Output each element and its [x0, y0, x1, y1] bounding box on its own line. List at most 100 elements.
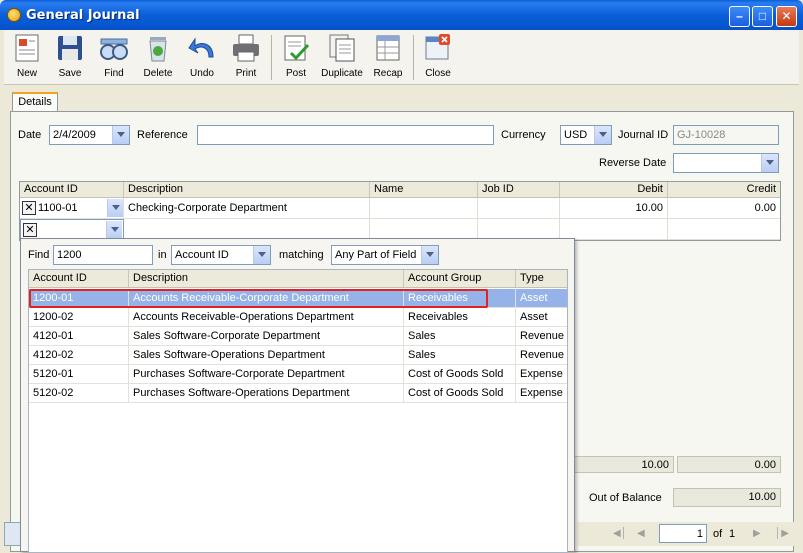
description-cell: Accounts Receivable-Corporate Department: [129, 289, 404, 307]
find-button[interactable]: Find: [96, 33, 132, 83]
table-row[interactable]: ✕ 1100-01 Checking-Corporate Department …: [20, 198, 780, 219]
chevron-down-icon[interactable]: [106, 221, 122, 238]
of-label: of: [713, 528, 723, 540]
app-icon: [7, 8, 21, 22]
description-cell[interactable]: [124, 219, 370, 239]
chevron-down-icon[interactable]: [112, 126, 129, 144]
chevron-down-icon[interactable]: [253, 246, 270, 264]
credit-cell[interactable]: 0.00: [668, 198, 780, 218]
date-field[interactable]: 2/4/2009: [49, 125, 130, 145]
recap-icon: [373, 33, 403, 63]
list-item[interactable]: 5120-02 Purchases Software-Operations De…: [29, 384, 567, 403]
first-page-icon[interactable]: ◀│: [613, 528, 627, 540]
close-icon[interactable]: ✕: [23, 223, 37, 237]
column-header[interactable]: Debit: [560, 182, 668, 197]
credit-cell[interactable]: [668, 219, 780, 239]
close-icon[interactable]: ✕: [22, 201, 36, 215]
column-header[interactable]: Type: [516, 270, 567, 287]
post-button[interactable]: Post: [278, 33, 314, 83]
chevron-down-icon[interactable]: [421, 246, 438, 264]
chevron-down-icon[interactable]: [594, 126, 611, 144]
reference-input[interactable]: [197, 125, 494, 145]
description-cell[interactable]: Checking-Corporate Department: [124, 198, 370, 218]
type-cell: Revenue: [520, 349, 565, 361]
post-icon: [281, 33, 311, 63]
total-pages: 1: [729, 528, 736, 540]
table-row[interactable]: ✕: [20, 219, 780, 240]
column-header[interactable]: Job ID: [478, 182, 560, 197]
close-window-button[interactable]: ✕: [776, 6, 797, 27]
description-cell: Sales Software-Operations Department: [129, 346, 404, 364]
account-group-cell: Cost of Goods Sold: [404, 384, 516, 402]
page-input[interactable]: 1: [659, 524, 707, 543]
column-header[interactable]: Account ID: [20, 182, 124, 197]
reverse-date-field[interactable]: [673, 153, 779, 173]
column-header[interactable]: Account ID: [29, 270, 129, 287]
column-header[interactable]: Description: [129, 270, 404, 287]
type-cell: Asset: [520, 292, 548, 304]
list-item[interactable]: 1200-01 Accounts Receivable-Corporate De…: [29, 289, 567, 308]
chevron-down-icon[interactable]: [107, 199, 123, 217]
delete-icon: [143, 33, 173, 63]
print-button[interactable]: Print: [228, 33, 264, 83]
minimize-button[interactable]: –: [729, 6, 750, 27]
list-item[interactable]: 4120-02 Sales Software-Operations Depart…: [29, 346, 567, 365]
debit-cell[interactable]: [560, 219, 668, 239]
title-bar: General Journal – □ ✕: [0, 0, 803, 30]
name-cell[interactable]: [370, 198, 478, 218]
record-pager: ◀│ ◀ 1 of 1 ▶ │▶: [577, 522, 797, 546]
out-of-balance-label: Out of Balance: [589, 492, 662, 504]
debit-cell[interactable]: 10.00: [560, 198, 668, 218]
tab-details[interactable]: Details: [12, 92, 58, 112]
recap-button[interactable]: Recap: [370, 33, 406, 83]
matching-select[interactable]: Any Part of Field: [331, 245, 439, 265]
account-group-cell: Receivables: [404, 308, 516, 326]
name-cell[interactable]: [370, 219, 478, 239]
column-header[interactable]: Account Group: [404, 270, 516, 287]
new-button[interactable]: New: [10, 33, 44, 83]
list-item[interactable]: 5120-01 Purchases Software-Corporate Dep…: [29, 365, 567, 384]
duplicate-icon: [327, 33, 357, 63]
column-header[interactable]: Credit: [668, 182, 780, 197]
maximize-button[interactable]: □: [752, 6, 773, 27]
job-id-cell[interactable]: [478, 219, 560, 239]
account-combo-arrow[interactable]: [106, 198, 124, 218]
duplicate-button[interactable]: Duplicate: [320, 33, 364, 83]
credit-total: 0.00: [677, 456, 781, 473]
account-lookup-popup: Find 1200 in Account ID matching Any Par…: [20, 238, 575, 553]
account-id-cell: 5120-01: [29, 365, 129, 383]
column-header[interactable]: Name: [370, 182, 478, 197]
next-page-icon[interactable]: ▶: [753, 528, 765, 540]
account-list: Account ID Description Account Group Typ…: [28, 269, 568, 553]
chevron-down-icon[interactable]: [761, 154, 778, 172]
reverse-date-label: Reverse Date: [599, 157, 667, 169]
toolbar-separator: [271, 35, 272, 80]
grid-header: Account ID Description Account Group Typ…: [29, 270, 567, 288]
search-field-select[interactable]: Account ID: [171, 245, 271, 265]
find-input[interactable]: 1200: [53, 245, 153, 265]
new-icon: [12, 33, 42, 63]
account-id-cell[interactable]: ✕: [20, 219, 124, 239]
account-group-cell: Sales: [404, 346, 516, 364]
description-cell: Purchases Software-Operations Department: [129, 384, 404, 402]
list-item[interactable]: 1200-02 Accounts Receivable-Operations D…: [29, 308, 567, 327]
close-button[interactable]: Close: [420, 33, 456, 83]
account-id-cell: 1200-02: [29, 308, 129, 326]
job-id-cell[interactable]: [478, 198, 560, 218]
currency-select[interactable]: USD: [560, 125, 612, 145]
previous-page-icon[interactable]: ◀: [637, 528, 649, 540]
save-button[interactable]: Save: [52, 33, 88, 83]
type-cell: Expense: [520, 387, 563, 399]
undo-icon: [187, 33, 217, 63]
description-cell: Purchases Software-Corporate Department: [129, 365, 404, 383]
delete-button[interactable]: Delete: [140, 33, 176, 83]
description-cell: Accounts Receivable-Operations Departmen…: [129, 308, 404, 326]
column-header[interactable]: Description: [124, 182, 370, 197]
account-group-cell: Cost of Goods Sold: [404, 365, 516, 383]
last-page-icon[interactable]: │▶: [775, 528, 789, 540]
close-icon: [423, 33, 453, 63]
type-cell: Revenue: [520, 330, 565, 342]
list-item[interactable]: 4120-01 Sales Software-Corporate Departm…: [29, 327, 567, 346]
undo-button[interactable]: Undo: [184, 33, 220, 83]
account-group-cell: Receivables: [404, 289, 516, 307]
